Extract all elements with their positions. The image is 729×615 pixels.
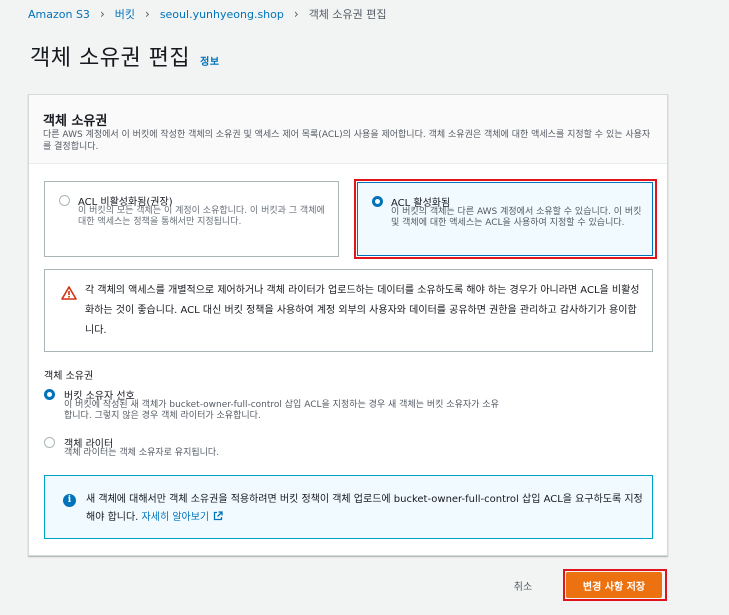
ownership-section-label: 객체 소유권: [44, 371, 94, 382]
chevron-right-icon: ›: [293, 7, 299, 21]
learn-more-label: 자세히 알아보기: [141, 512, 210, 523]
bucket-owner-preferred-description: 이 버킷에 작성된 새 객체가 bucket-owner-full-contro…: [64, 400, 499, 421]
info-alert: i 새 객체에 대해서만 객체 소유권을 적용하려면 버킷 정책이 객체 업로드…: [44, 475, 653, 539]
bucket-owner-preferred-radio[interactable]: [44, 389, 55, 400]
learn-more-link[interactable]: 자세히 알아보기: [141, 511, 224, 523]
acl-disabled-description: 이 버킷의 모든 객체는 이 계정이 소유합니다. 이 버킷과 그 객체에 대한…: [78, 206, 325, 227]
info-link[interactable]: 정보: [200, 53, 219, 68]
bucket-owner-preferred-option[interactable]: 버킷 소유자 선호 이 버킷에 작성된 새 객체가 bucket-owner-f…: [44, 387, 524, 423]
acl-enabled-tile[interactable]: ACL 활성화됨 이 버킷의 객체는 다른 AWS 계정에서 소유할 수 있습니…: [357, 182, 653, 256]
info-text-container: 새 객체에 대해서만 객체 소유권을 적용하려면 버킷 정책이 객체 업로드에 …: [86, 491, 646, 527]
breadcrumb: Amazon S3 › 버킷 › seoul.yunhyeong.shop › …: [28, 5, 387, 23]
info-icon: i: [63, 494, 76, 507]
warning-icon: [61, 286, 77, 300]
chevron-right-icon: ›: [99, 7, 105, 21]
panel-header: 객체 소유권 다른 AWS 계정에서 이 버킷에 작성한 객체의 소유권 및 액…: [29, 95, 667, 164]
breadcrumb-buckets[interactable]: 버킷: [115, 6, 135, 22]
object-writer-radio[interactable]: [44, 437, 55, 448]
warning-text: 각 객체의 액세스를 개별적으로 제어하거나 객체 라이터가 업로드하는 데이터…: [85, 285, 640, 336]
acl-enabled-description: 이 버킷의 객체는 다른 AWS 계정에서 소유할 수 있습니다. 이 버킷 및…: [391, 207, 642, 228]
breadcrumb-current: 객체 소유권 편집: [308, 8, 387, 21]
panel-description: 다른 AWS 계정에서 이 버킷에 작성한 객체의 소유권 및 액세스 제어 목…: [43, 130, 651, 152]
chevron-right-icon: ›: [145, 7, 150, 21]
page-title-container: 객체 소유권 편집 정보: [30, 40, 220, 72]
save-changes-button[interactable]: 변경 사항 저장: [566, 572, 662, 598]
breadcrumb-amazon-s3[interactable]: Amazon S3: [28, 8, 90, 21]
page-title: 객체 소유권 편집: [30, 46, 191, 71]
object-ownership-panel: 객체 소유권 다른 AWS 계정에서 이 버킷에 작성한 객체의 소유권 및 액…: [28, 94, 668, 556]
external-link-icon: [213, 511, 223, 521]
acl-disabled-radio[interactable]: [59, 195, 70, 206]
cancel-button[interactable]: 취소: [500, 574, 546, 596]
object-writer-option[interactable]: 객체 라이터 객체 라이터는 객체 소유자로 유지됩니다.: [44, 435, 524, 463]
warning-alert: 각 객체의 액세스를 개별적으로 제어하거나 객체 라이터가 업로드하는 데이터…: [44, 269, 653, 352]
panel-title: 객체 소유권: [43, 114, 108, 129]
breadcrumb-bucket-name[interactable]: seoul.yunhyeong.shop: [160, 8, 284, 21]
object-writer-description: 객체 라이터는 객체 소유자로 유지됩니다.: [64, 448, 220, 458]
acl-enabled-radio[interactable]: [372, 196, 383, 207]
acl-disabled-tile[interactable]: ACL 비활성화됨(권장) 이 버킷의 모든 객체는 이 계정이 소유합니다. …: [44, 181, 339, 257]
